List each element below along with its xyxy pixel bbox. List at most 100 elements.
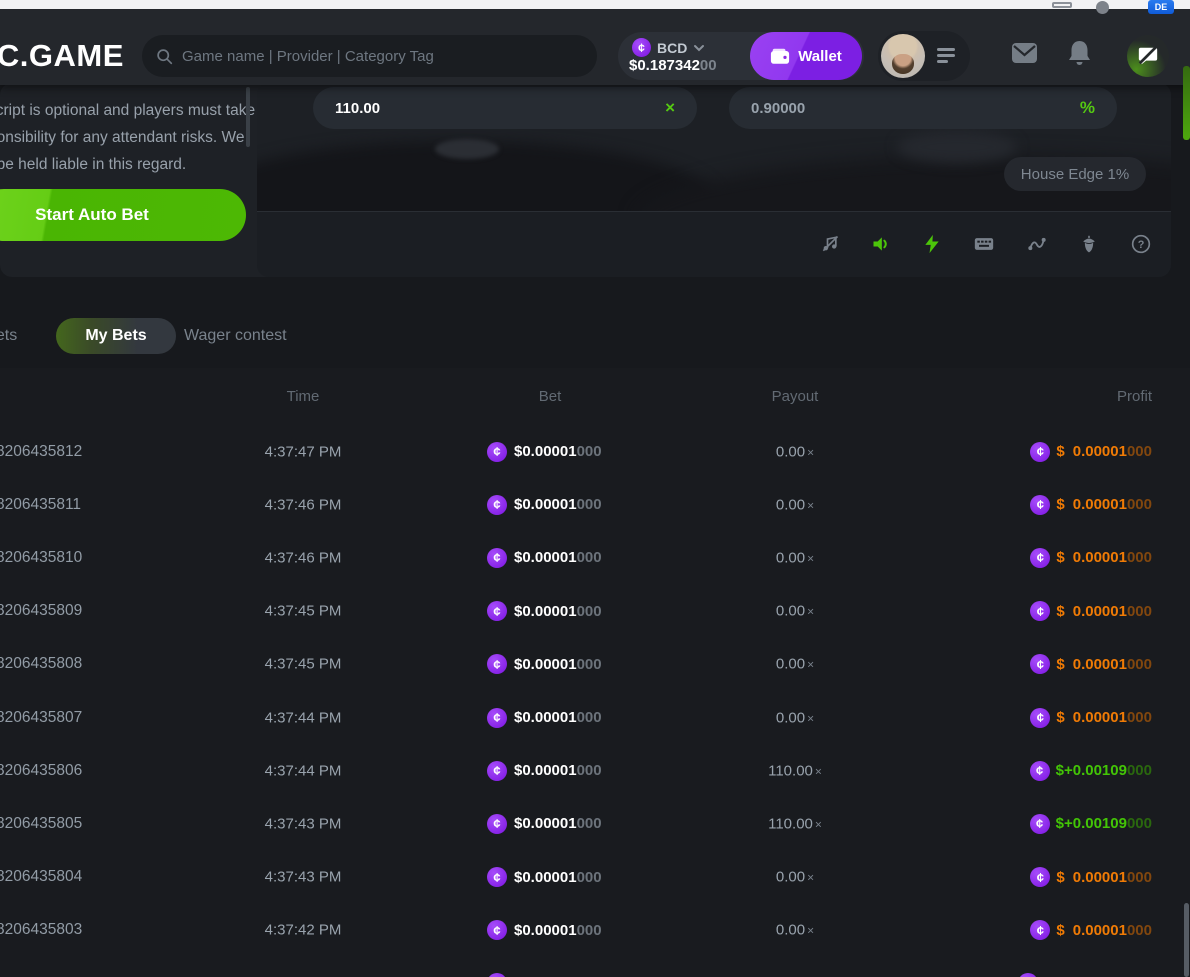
- bet-time: 4:37:44 PM: [248, 709, 358, 726]
- browser-extension-badge[interactable]: DE: [1148, 0, 1174, 14]
- house-edge-badge: House Edge 1%: [1004, 157, 1146, 191]
- profit-sign: $+: [1056, 815, 1073, 832]
- table-row[interactable]: 8206435804 4:37:43 PM ¢ $0.00001000 0.00…: [0, 851, 1190, 904]
- table-row[interactable]: 8206435811 4:37:46 PM ¢ $0.00001000 0.00…: [0, 478, 1190, 531]
- profit-amount: ¢ $0.00001000: [1030, 654, 1152, 674]
- sidebar-scrollbar-thumb[interactable]: [246, 87, 250, 147]
- bell-icon[interactable]: [1068, 40, 1091, 67]
- profit-amount: ¢: [1018, 973, 1152, 977]
- mail-icon[interactable]: [1011, 42, 1038, 64]
- page-scrollbar-thumb[interactable]: [1183, 66, 1190, 140]
- tab-wager-contest[interactable]: Wager contest: [184, 318, 287, 354]
- profit-amount: ¢ $0.00001000: [1030, 442, 1152, 462]
- bet-time: 4:37:46 PM: [248, 496, 358, 513]
- profit-sign: $: [1056, 443, 1072, 460]
- bcd-coin-icon: ¢: [632, 38, 651, 57]
- bcd-coin-icon: ¢: [1030, 495, 1050, 515]
- trends-icon[interactable]: [1027, 234, 1047, 254]
- bcd-coin-icon: ¢: [487, 708, 507, 728]
- profit-sign: $+: [1056, 762, 1073, 779]
- bet-amount: ¢ $0.00001000: [487, 601, 602, 621]
- multiplier-x: ×: [815, 817, 822, 831]
- bet-amount: ¢ $0.00001000: [487, 761, 602, 781]
- table-row[interactable]: 8206435810 4:37:46 PM ¢ $0.00001000 0.00…: [0, 531, 1190, 584]
- multiplier-x: ×: [807, 445, 814, 459]
- table-row[interactable]: 8206435808 4:37:45 PM ¢ $0.00001000 0.00…: [0, 638, 1190, 691]
- bcd-coin-icon: ¢: [487, 442, 507, 462]
- bcd-coin-icon: ¢: [487, 548, 507, 568]
- multiplier-suffix-icon: ×: [665, 98, 675, 118]
- bet-time: 4:37:43 PM: [248, 869, 358, 886]
- bet-id: 8206435807: [0, 709, 82, 727]
- payout-multiplier: 110.00×: [720, 815, 870, 832]
- win-chance-input-field[interactable]: %: [729, 87, 1117, 129]
- bet-time: 4:37:44 PM: [248, 762, 358, 779]
- bet-amount: ¢ $0.00001000: [487, 814, 602, 834]
- wallet-icon: [770, 48, 790, 65]
- avatar[interactable]: [881, 34, 925, 78]
- table-row[interactable]: 8206435803 4:37:42 PM ¢ $0.00001000 0.00…: [0, 904, 1190, 957]
- site-logo[interactable]: BC.GAME: [0, 38, 124, 74]
- bet-time: 4:37:46 PM: [248, 549, 358, 566]
- game-toolbar: ?: [257, 212, 1171, 277]
- table-row[interactable]: ¢ ¢: [0, 957, 1190, 977]
- tab-all-bets[interactable]: All Bets: [0, 318, 17, 354]
- tab-my-bets[interactable]: My Bets: [56, 318, 176, 354]
- hotkeys-keyboard-icon[interactable]: [974, 234, 994, 254]
- profit-amount: ¢ $0.00001000: [1030, 548, 1152, 568]
- bcd-coin-icon: ¢: [1030, 814, 1050, 834]
- profit-sign: $: [1056, 656, 1072, 673]
- table-scrollbar-thumb[interactable]: [1184, 903, 1189, 977]
- bet-amount: ¢: [487, 973, 514, 977]
- seed-icon[interactable]: [1079, 234, 1099, 254]
- payout-input-field[interactable]: ×: [313, 87, 697, 129]
- sound-on-icon[interactable]: [871, 234, 891, 254]
- table-row[interactable]: 8206435807 4:37:44 PM ¢ $0.00001000 0.00…: [0, 691, 1190, 744]
- profit-sign: $: [1056, 922, 1072, 939]
- table-header-row: Time Bet Payout Profit: [0, 388, 1190, 412]
- bet-id: 8206435812: [0, 443, 82, 461]
- payout-multiplier: 0.00×: [720, 496, 870, 513]
- turbo-bolt-icon[interactable]: [922, 234, 942, 254]
- chevron-down-icon[interactable]: [693, 44, 705, 52]
- bcd-coin-icon: ¢: [1030, 548, 1050, 568]
- start-auto-bet-button[interactable]: Start Auto Bet: [0, 189, 246, 241]
- browser-partial-icon: [1096, 1, 1109, 14]
- table-row[interactable]: 8206435806 4:37:44 PM ¢ $0.00001000 110.…: [0, 744, 1190, 797]
- multiplier-x: ×: [807, 605, 814, 619]
- table-row[interactable]: 8206435805 4:37:43 PM ¢ $0.00001000 110.…: [0, 797, 1190, 850]
- search-input[interactable]: [182, 48, 583, 65]
- profit-amount: ¢ $0.00001000: [1030, 920, 1152, 940]
- payout-multiplier: 0.00×: [720, 709, 870, 726]
- question-glyph: ?: [1138, 239, 1145, 251]
- payout-input[interactable]: [335, 100, 665, 117]
- wallet-balance: $0.18734200: [629, 57, 717, 74]
- profit-amount: ¢ $0.00001000: [1030, 495, 1152, 515]
- bcd-coin-icon: ¢: [1018, 973, 1038, 977]
- wallet-button[interactable]: Wallet: [750, 32, 862, 80]
- table-row[interactable]: 8206435809 4:37:45 PM ¢ $0.00001000 0.00…: [0, 585, 1190, 638]
- bcd-coin-icon: ¢: [1030, 920, 1050, 940]
- game-search-bar[interactable]: [142, 35, 597, 77]
- bet-time: 4:37:42 PM: [248, 922, 358, 939]
- help-icon[interactable]: ?: [1131, 234, 1151, 254]
- bet-time: 4:37:45 PM: [248, 603, 358, 620]
- payout-multiplier: 0.00×: [720, 603, 870, 620]
- bcd-coin-icon: ¢: [487, 761, 507, 781]
- bets-table-body: 8206435812 4:37:47 PM ¢ $0.00001000 0.00…: [0, 425, 1190, 977]
- bcd-coin-icon: ¢: [1030, 761, 1050, 781]
- win-chance-input[interactable]: [751, 100, 1080, 117]
- bet-id: 8206435803: [0, 921, 82, 939]
- multiplier-x: ×: [807, 498, 814, 512]
- chat-toggle-button[interactable]: [1127, 35, 1169, 77]
- account-menu-icon[interactable]: [937, 48, 955, 66]
- payout-multiplier: 110.00×: [720, 762, 870, 779]
- music-off-icon[interactable]: [820, 234, 840, 254]
- user-menu[interactable]: [878, 31, 970, 81]
- table-row[interactable]: 8206435812 4:37:47 PM ¢ $0.00001000 0.00…: [0, 425, 1190, 478]
- payout-multiplier: 0.00×: [720, 869, 870, 886]
- bcd-coin-icon: ¢: [487, 601, 507, 621]
- percent-suffix-icon: %: [1080, 98, 1095, 118]
- payout-multiplier: 0.00×: [720, 922, 870, 939]
- column-header-bet: Bet: [487, 388, 613, 405]
